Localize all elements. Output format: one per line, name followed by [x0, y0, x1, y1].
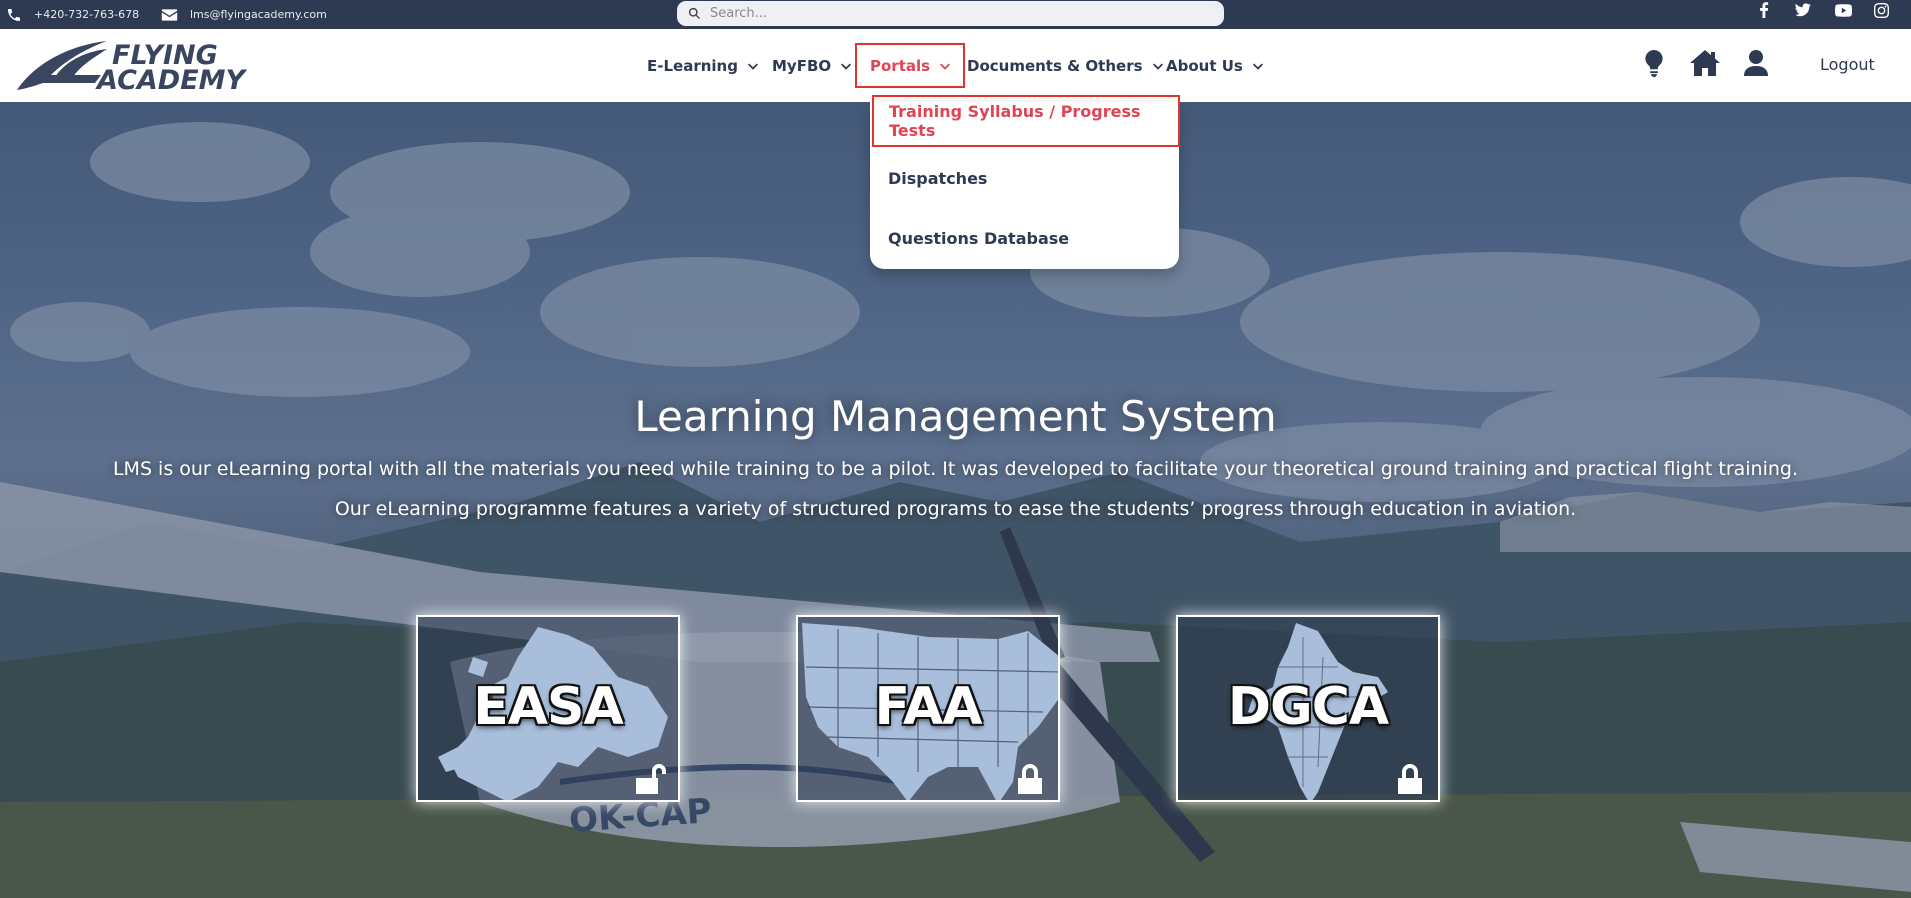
- nav-e-learning-label: E-Learning: [647, 57, 738, 75]
- twitter-icon: [1795, 3, 1811, 17]
- hero-title: Learning Management System: [634, 392, 1277, 441]
- logout-link[interactable]: Logout: [1820, 55, 1875, 74]
- easa-label: EASA: [473, 677, 623, 737]
- phone-number: +420-732-763-678: [34, 8, 140, 21]
- menu-item-dispatches[interactable]: Dispatches: [888, 169, 987, 188]
- unlocked-padlock-icon: [634, 762, 666, 794]
- search-box[interactable]: [677, 1, 1224, 26]
- profile-button[interactable]: [1740, 47, 1772, 79]
- user-icon: [1744, 50, 1768, 76]
- faa-card[interactable]: FAA: [796, 615, 1060, 802]
- easa-card[interactable]: EASA: [416, 615, 680, 802]
- hero-description-2: Our eLearning programme features a varie…: [334, 498, 1577, 520]
- nav-e-learning[interactable]: E-Learning: [647, 44, 758, 88]
- email-address: lms@flyingacademy.com: [190, 8, 327, 21]
- portals-dropdown-menu: Training Syllabus / Progress Tests Dispa…: [870, 95, 1180, 269]
- flying-academy-logo[interactable]: FLYING ACADEMY: [15, 37, 280, 96]
- instagram-icon: [1873, 2, 1889, 18]
- nav-documents-others[interactable]: Documents & Others: [967, 44, 1163, 88]
- chevron-down-icon: [940, 63, 951, 70]
- ideas-button[interactable]: [1638, 47, 1670, 79]
- top-bar: +420-732-763-678 lms@flyingacademy.com: [0, 0, 1911, 29]
- search-icon: [688, 7, 700, 19]
- phone-contact[interactable]: +420-732-763-678: [6, 0, 139, 29]
- nav-myfbo[interactable]: MyFBO: [772, 44, 852, 88]
- email-contact[interactable]: lms@flyingacademy.com: [161, 0, 327, 29]
- menu-item-training-syllabus[interactable]: Training Syllabus / Progress Tests: [872, 95, 1180, 147]
- nav-portals[interactable]: Portals: [855, 43, 966, 88]
- chevron-down-icon: [1252, 63, 1263, 70]
- instagram-link[interactable]: [1869, 0, 1893, 20]
- nav-about-us-label: About Us: [1166, 57, 1243, 75]
- envelope-icon: [161, 8, 178, 21]
- lightbulb-icon: [1645, 49, 1663, 77]
- hero-description-1: LMS is our eLearning portal with all the…: [112, 458, 1799, 480]
- facebook-icon: [1760, 2, 1769, 18]
- facebook-link[interactable]: [1752, 0, 1776, 20]
- dgca-label: DGCA: [1227, 677, 1389, 737]
- twitter-link[interactable]: [1791, 0, 1815, 20]
- chevron-down-icon: [747, 63, 758, 70]
- dgca-card[interactable]: DGCA: [1176, 615, 1440, 802]
- locked-padlock-icon: [1394, 762, 1426, 794]
- nav-myfbo-label: MyFBO: [772, 57, 832, 75]
- home-button[interactable]: [1689, 47, 1721, 79]
- nav-documents-label: Documents & Others: [967, 57, 1143, 75]
- locked-padlock-icon: [1014, 762, 1046, 794]
- home-icon: [1690, 50, 1720, 76]
- youtube-icon: [1834, 3, 1852, 17]
- phone-icon: [8, 8, 20, 21]
- menu-item-questions-database[interactable]: Questions Database: [888, 229, 1069, 248]
- main-header: FLYING ACADEMY E-Learning MyFBO Portals …: [0, 29, 1911, 102]
- faa-label: FAA: [874, 677, 982, 737]
- svg-text:ACADEMY: ACADEMY: [95, 65, 248, 93]
- nav-about-us[interactable]: About Us: [1166, 44, 1263, 88]
- youtube-link[interactable]: [1831, 0, 1855, 20]
- chevron-down-icon: [841, 63, 852, 70]
- search-input[interactable]: [710, 6, 1190, 21]
- chevron-down-icon: [1152, 63, 1163, 70]
- nav-portals-label: Portals: [870, 56, 931, 75]
